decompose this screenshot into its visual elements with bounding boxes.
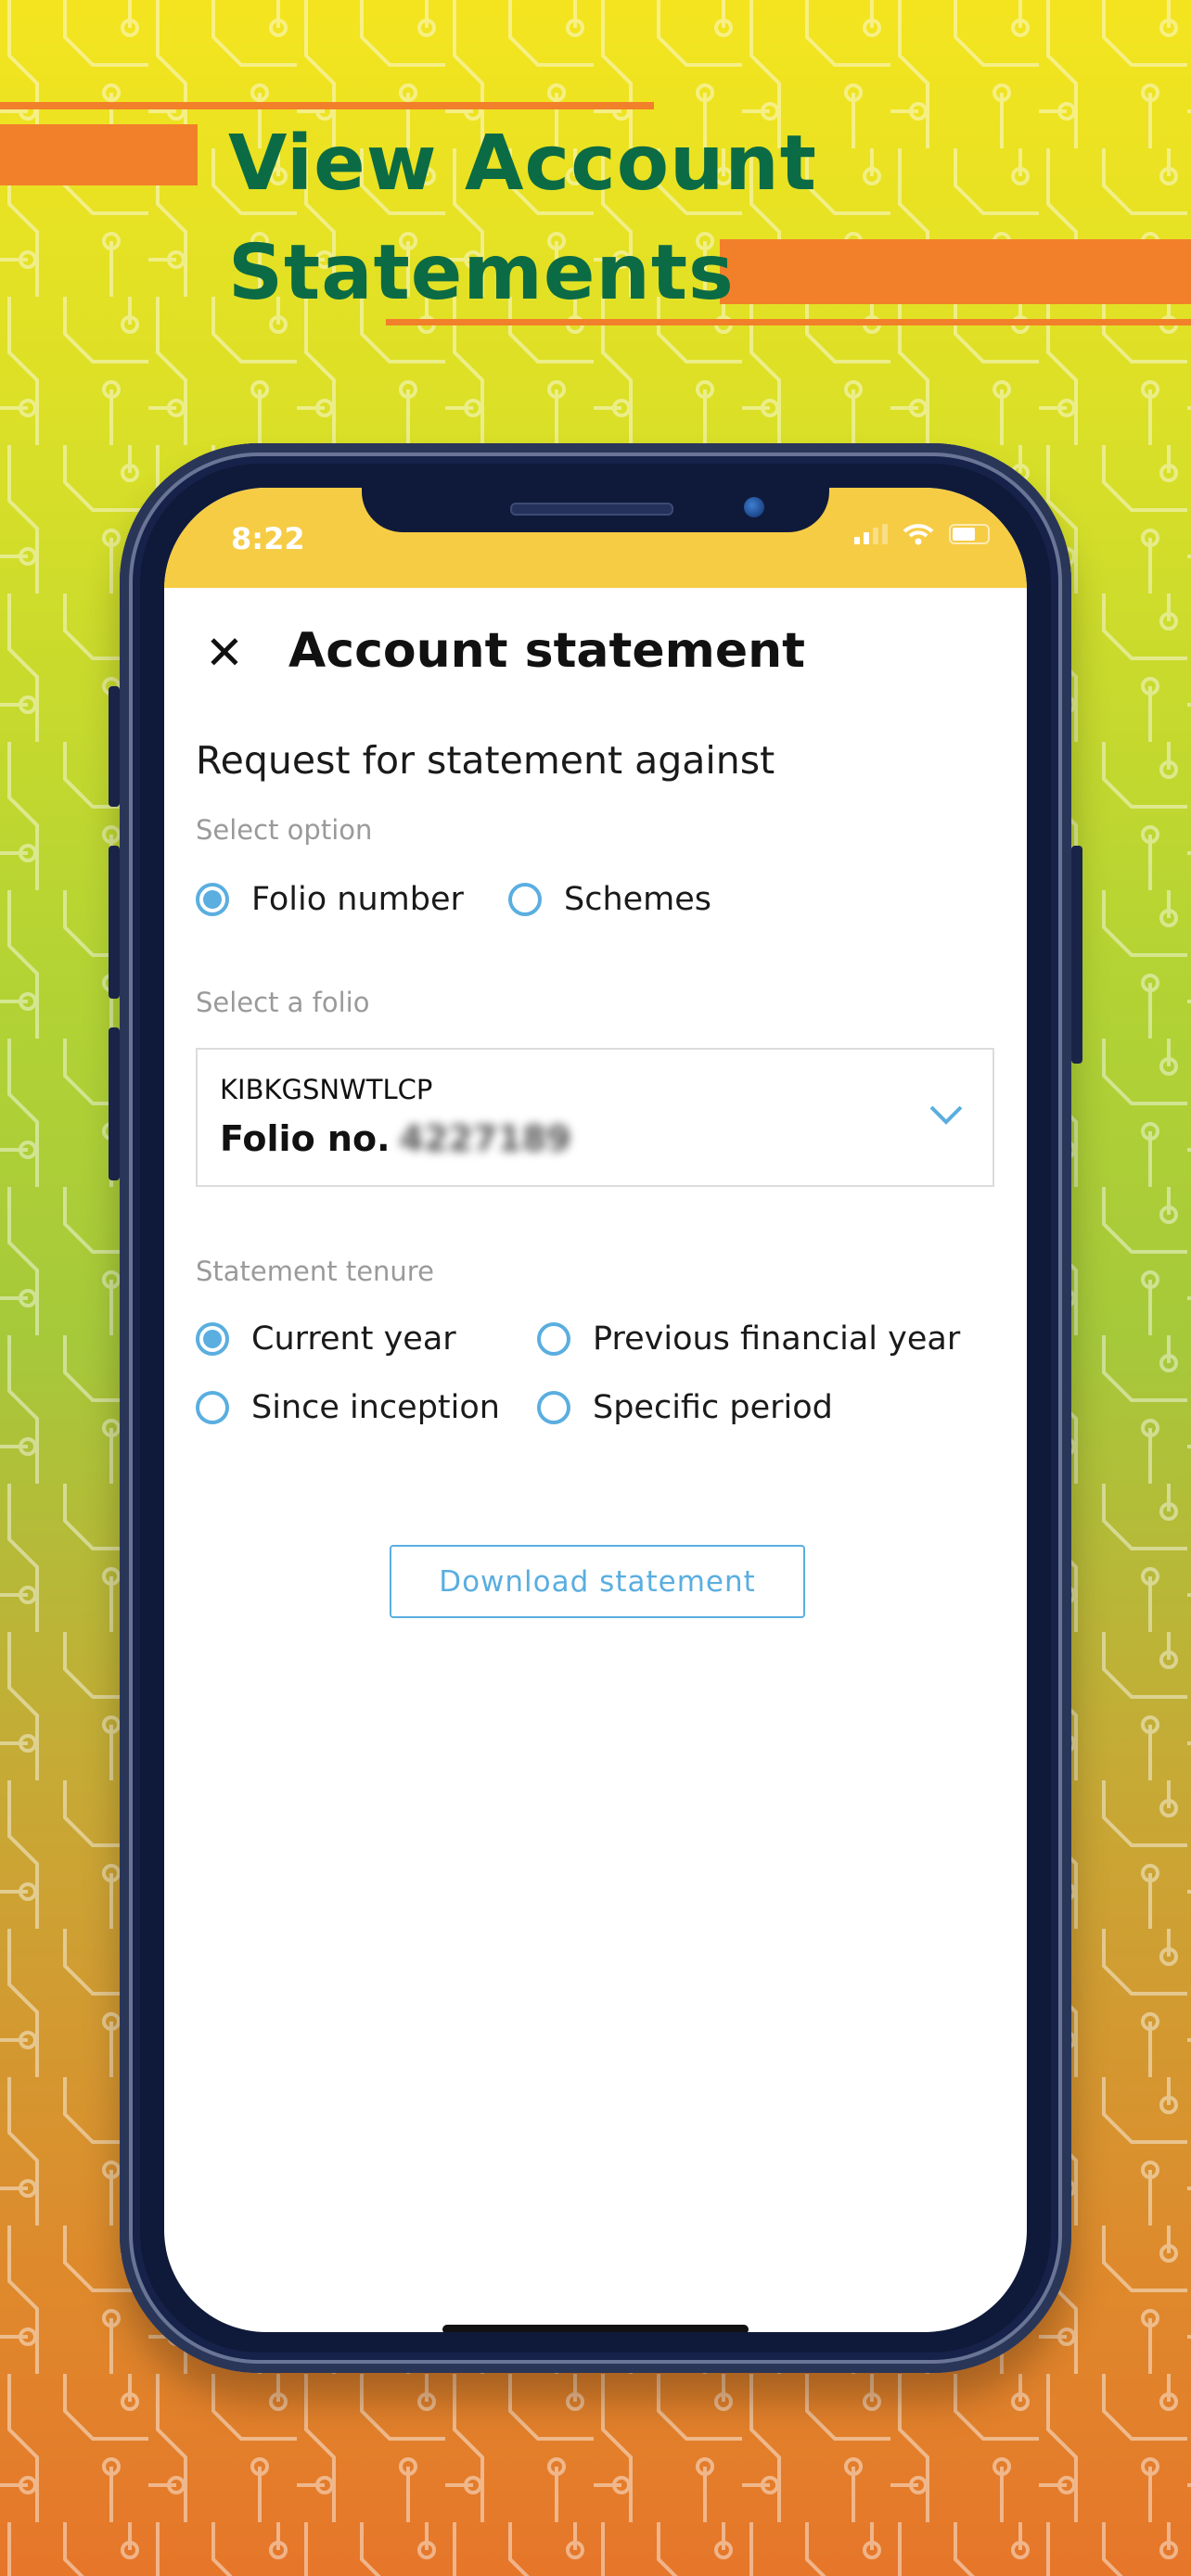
radio-selected-icon [196,883,229,916]
radio-since-inception[interactable]: Since inception [196,1389,500,1426]
radio-unselected-icon [537,1391,570,1424]
battery-icon [949,524,990,544]
radio-specific-period[interactable]: Specific period [537,1389,833,1426]
statement-tenure-label: Statement tenure [196,1256,434,1287]
close-icon[interactable]: ✕ [205,625,244,681]
chevron-down-icon[interactable] [928,1096,965,1133]
phone-side-button [109,1027,120,1180]
status-icons [854,523,990,545]
speaker [510,503,673,516]
form-heading: Request for statement against [196,738,775,783]
app-screen: 8:22 ✕ Account statement Request for sta… [164,488,1027,2332]
radio-label: Specific period [593,1389,833,1426]
camera [744,497,764,517]
radio-label: Schemes [564,881,712,918]
folio-prefix: Folio no. [220,1118,391,1159]
radio-current-year[interactable]: Current year [196,1320,456,1358]
radio-selected-icon [196,1322,229,1356]
select-folio-label: Select a folio [196,987,370,1018]
accent-line [0,102,654,109]
radio-folio-number[interactable]: Folio number [196,881,464,918]
phone-frame: 8:22 ✕ Account statement Request for sta… [120,443,1071,2373]
status-time: 8:22 [231,521,305,556]
phone-side-button [109,846,120,999]
radio-label: Folio number [251,881,464,918]
select-option-label: Select option [196,814,373,846]
home-indicator[interactable] [442,2325,749,2332]
page-title: Account statement [288,623,805,679]
phone-side-button [1071,846,1082,1064]
wifi-icon [903,524,934,545]
signal-icon [854,524,888,544]
radio-previous-financial-year[interactable]: Previous financial year [537,1320,960,1358]
folio-code: KIBKGSNWTLCP [220,1074,433,1105]
radio-unselected-icon [196,1391,229,1424]
headline-line: View Account [228,120,818,208]
radio-label: Since inception [251,1389,500,1426]
radio-schemes[interactable]: Schemes [508,881,711,918]
folio-number: Folio no. 4227189 [220,1118,571,1159]
radio-label: Current year [251,1320,456,1358]
radio-unselected-icon [537,1322,570,1356]
phone-side-button [109,686,120,807]
promo-headline: View Account Statements [228,109,817,328]
folio-number-blurred: 4227189 [399,1118,571,1159]
download-statement-button[interactable]: Download statement [390,1545,805,1618]
radio-unselected-icon [508,883,542,916]
radio-label: Previous financial year [593,1320,961,1358]
accent-block [0,124,198,185]
headline-line: Statements [228,229,735,317]
phone-notch [362,488,829,532]
folio-dropdown[interactable]: KIBKGSNWTLCP Folio no. 4227189 [196,1048,994,1187]
